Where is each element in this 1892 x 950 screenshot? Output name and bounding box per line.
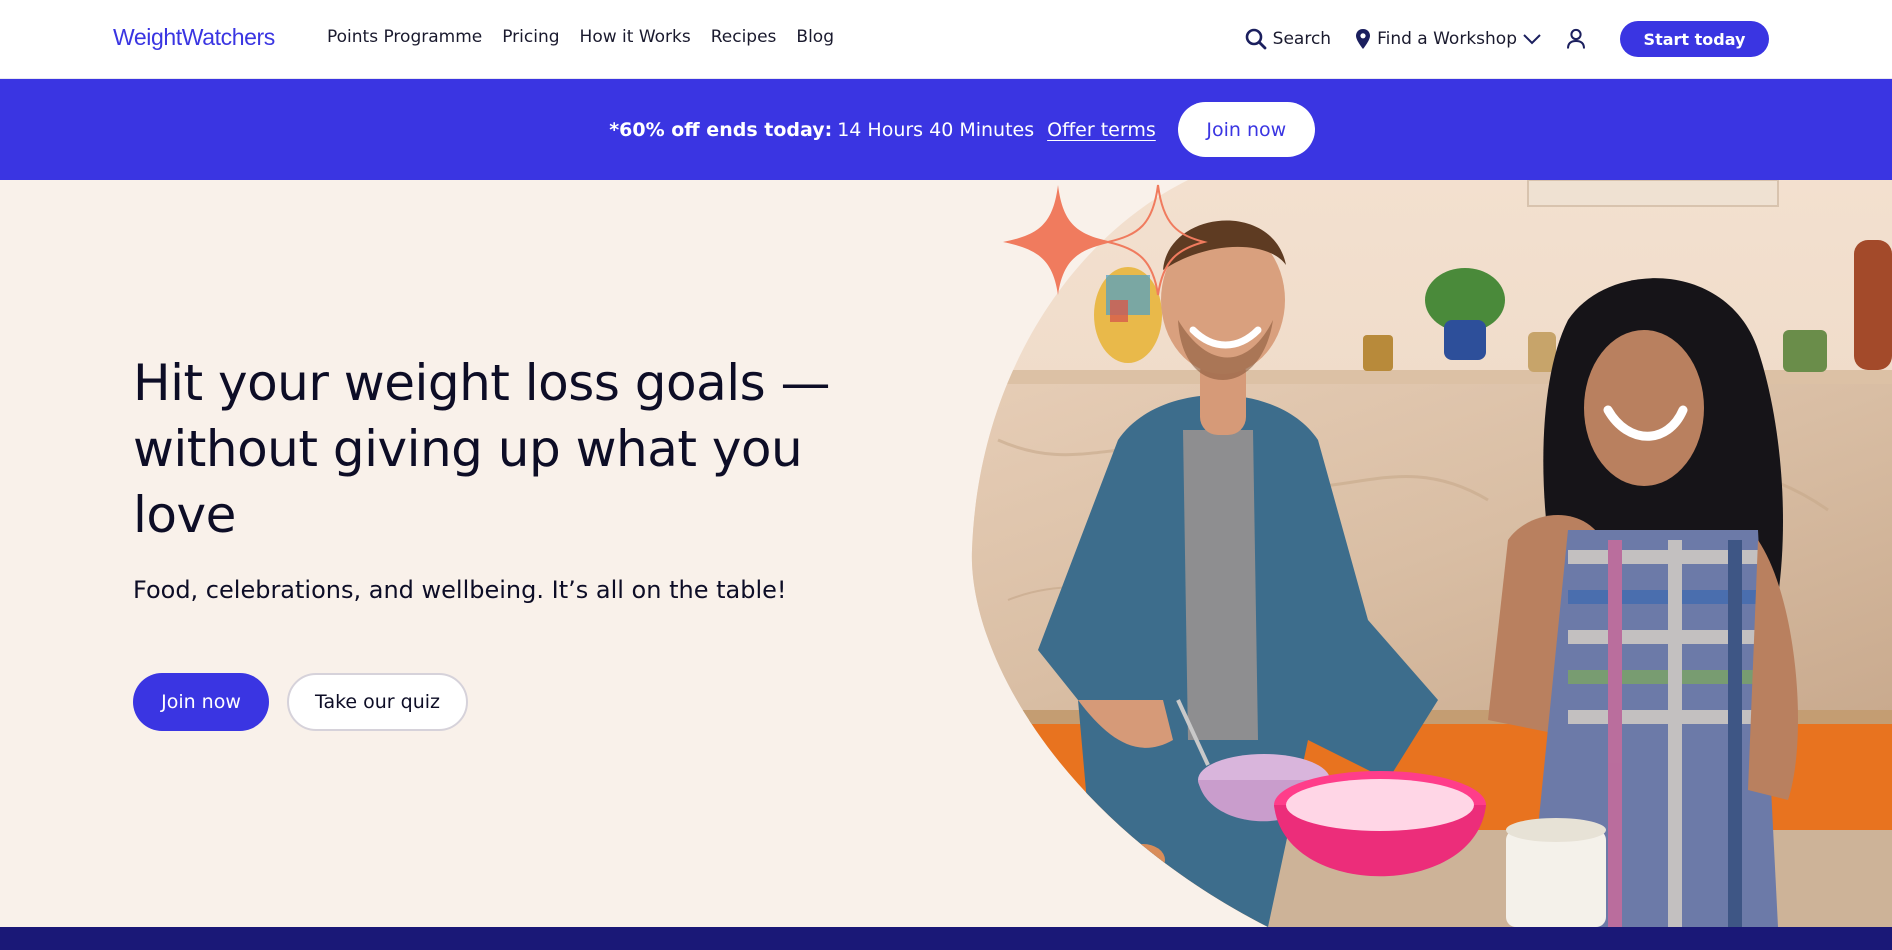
search-icon — [1245, 28, 1267, 50]
offer-terms-link[interactable]: Offer terms — [1047, 119, 1156, 141]
hero-join-now-button[interactable]: Join now — [133, 673, 269, 731]
nav-link-points-programme[interactable]: Points Programme — [327, 27, 482, 47]
location-pin-icon — [1355, 28, 1371, 50]
main-nav: Points Programme Pricing How it Works Re… — [327, 27, 834, 47]
start-today-button[interactable]: Start today — [1620, 21, 1769, 57]
account-button[interactable] — [1566, 28, 1586, 50]
find-workshop-dropdown[interactable]: Find a Workshop — [1355, 28, 1541, 50]
promo-join-now-button[interactable]: Join now — [1177, 102, 1315, 157]
promo-countdown: 14 Hours 40 Minutes — [837, 118, 1035, 141]
top-navigation: WeightWatchers Points Programme Pricing … — [0, 0, 1892, 79]
promo-banner: *60% off ends today: 14 Hours 40 Minutes… — [0, 79, 1892, 180]
nav-link-recipes[interactable]: Recipes — [711, 27, 777, 47]
search-label: Search — [1272, 29, 1332, 49]
hero-subtitle: Food, celebrations, and wellbeing. It’s … — [133, 576, 787, 604]
search-button[interactable]: Search — [1245, 28, 1331, 50]
nav-link-blog[interactable]: Blog — [796, 27, 834, 47]
weightwatchers-logo[interactable]: WeightWatchers — [113, 24, 275, 51]
take-quiz-button[interactable]: Take our quiz — [287, 673, 468, 731]
find-workshop-label: Find a Workshop — [1377, 29, 1517, 49]
nav-utilities: Search Find a Workshop Start today — [1245, 21, 1769, 57]
hero-title: Hit your weight loss goals —without givi… — [133, 354, 831, 544]
promo-content: *60% off ends today: 14 Hours 40 Minutes… — [609, 102, 1315, 157]
hero-section: Hit your weight loss goals —without givi… — [0, 180, 1892, 927]
bottom-strip — [0, 927, 1892, 950]
chevron-down-icon — [1523, 33, 1541, 45]
nav-link-how-it-works[interactable]: How it Works — [580, 27, 691, 47]
promo-headline: *60% off ends today: — [609, 118, 833, 141]
kitchen-scene — [971, 180, 1892, 927]
hero-actions: Join now Take our quiz — [133, 673, 468, 731]
hero-photo — [971, 180, 1892, 927]
user-icon — [1566, 28, 1586, 50]
nav-link-pricing[interactable]: Pricing — [502, 27, 559, 47]
